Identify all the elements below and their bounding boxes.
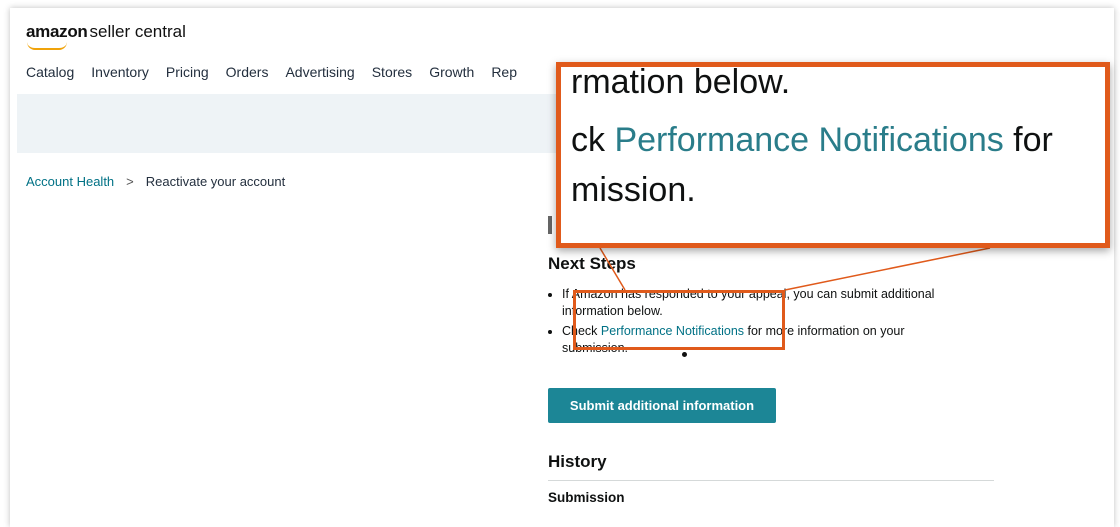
- nav-item-reports[interactable]: Rep: [491, 64, 517, 80]
- zoom-callout: rmation below. ck Performance Notificati…: [556, 62, 1110, 248]
- breadcrumb: Account Health > Reactivate your account: [26, 174, 285, 189]
- nav-item-advertising[interactable]: Advertising: [285, 64, 354, 80]
- logo-sub: seller central: [89, 22, 186, 41]
- submit-additional-information-button[interactable]: Submit additional information: [548, 388, 776, 423]
- zoom-line-1: rmation below.: [571, 63, 791, 101]
- zoom-line-3: mission.: [571, 171, 696, 209]
- amazon-seller-central-logo[interactable]: amazon seller central: [26, 22, 186, 50]
- nav-item-orders[interactable]: Orders: [226, 64, 269, 80]
- logo-brand: amazon: [26, 22, 88, 41]
- breadcrumb-separator: >: [126, 174, 134, 189]
- page-title-fragment: [548, 216, 552, 234]
- main-nav: Catalog Inventory Pricing Orders Advertising…: [26, 64, 534, 82]
- history-heading: History: [548, 452, 607, 471]
- breadcrumb-current: Reactivate your account: [145, 174, 286, 189]
- nav-item-inventory[interactable]: Inventory: [91, 64, 149, 80]
- nav-item-catalog[interactable]: Catalog: [26, 64, 74, 80]
- mouse-cursor: [682, 352, 687, 357]
- nav-item-growth[interactable]: Growth: [429, 64, 474, 80]
- zoom-performance-notifications-link: Performance Notifications: [614, 121, 1004, 159]
- nav-item-pricing[interactable]: Pricing: [166, 64, 209, 80]
- zoom-line-2-prefix: ck: [571, 121, 615, 159]
- page-banner: [17, 94, 617, 153]
- divider: [548, 480, 994, 481]
- highlight-box: [573, 290, 785, 350]
- zoom-line-2: ck Performance Notifications for: [571, 121, 1053, 160]
- submission-subheading: Submission: [548, 490, 625, 505]
- zoom-line-2-suffix: for: [1003, 121, 1053, 159]
- breadcrumb-account-health[interactable]: Account Health: [26, 174, 114, 189]
- nav-item-stores[interactable]: Stores: [372, 64, 412, 80]
- amazon-smile-icon: [27, 42, 67, 50]
- next-steps-heading: Next Steps: [548, 254, 636, 273]
